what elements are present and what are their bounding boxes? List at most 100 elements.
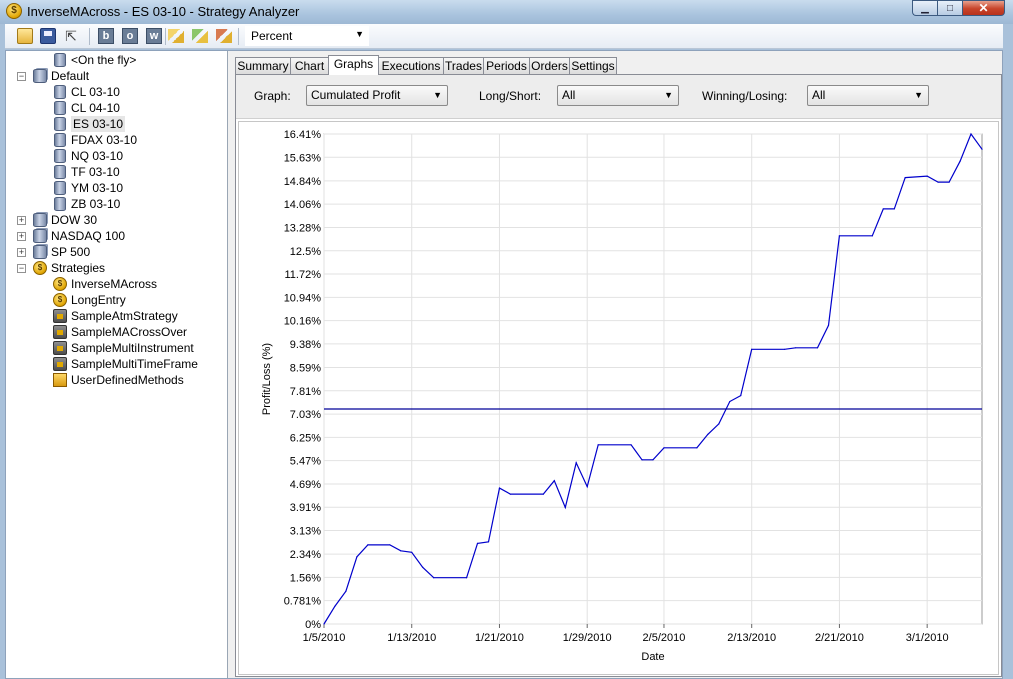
data-point (345, 590, 347, 592)
pane-splitter[interactable] (228, 51, 234, 678)
save-icon[interactable] (40, 28, 56, 44)
tab-chart[interactable]: Chart (290, 57, 329, 74)
tree-item-label: SP 500 (51, 245, 91, 259)
collapse-icon[interactable]: − (17, 72, 26, 81)
tree-item-label: Default (51, 69, 90, 83)
tree-item[interactable]: UserDefinedMethods (6, 372, 227, 388)
y-tick-label: 8.59% (290, 363, 321, 375)
tree-item[interactable]: $ InverseMAcross (6, 276, 227, 292)
optimize-icon[interactable] (192, 29, 208, 43)
data-point (334, 605, 336, 607)
data-point (882, 208, 884, 210)
tab-periods[interactable]: Periods (483, 57, 530, 74)
winlose-select[interactable]: All ▼ (807, 85, 929, 106)
tree-item-label: ZB 03-10 (71, 197, 121, 211)
y-tick-label: 2.34% (290, 549, 321, 561)
database-stack-icon (33, 69, 47, 83)
tab-trades[interactable]: Trades (443, 57, 484, 74)
tree-item[interactable]: SampleMultiTimeFrame (6, 356, 227, 372)
collapse-icon[interactable]: − (17, 264, 26, 273)
tree-item-label: UserDefinedMethods (71, 373, 184, 387)
tab-settings[interactable]: Settings (569, 57, 617, 74)
expand-icon[interactable]: + (17, 216, 26, 225)
data-point (356, 556, 358, 558)
tree-item[interactable]: − $ Strategies (6, 260, 227, 276)
tree-item[interactable]: <On the fly> (6, 52, 227, 68)
tree-item-label: DOW 30 (51, 213, 98, 227)
graph-label: Graph: (254, 89, 291, 103)
y-tick-label: 12.5% (290, 246, 321, 258)
tree-item[interactable]: ZB 03-10 (6, 196, 227, 212)
close-button[interactable]: ✕ (962, 0, 1005, 16)
tree-item-label: YM 03-10 (71, 181, 124, 195)
tab-graphs[interactable]: Graphs (328, 55, 379, 75)
display-unit-select[interactable]: Percent ▼ (245, 26, 369, 46)
data-point (652, 459, 654, 461)
tree-item-label: ES 03-10 (71, 116, 126, 132)
tree-item-label: SampleAtmStrategy (71, 309, 178, 323)
walk-forward-icon[interactable] (216, 29, 232, 43)
longshort-select[interactable]: All ▼ (557, 85, 679, 106)
graphs-panel: Graph: Cumulated Profit ▼ Long/Short: Al… (235, 74, 1002, 677)
tree-item[interactable]: + SP 500 (6, 244, 227, 260)
maximize-button[interactable]: □ (937, 0, 962, 16)
cumulated-profit-chart: 0% 0.781% 1.56% 2.34% 3.13% 3.91% 4.69% 5.47% 6.… (238, 121, 999, 675)
tree-item[interactable]: + DOW 30 (6, 212, 227, 228)
x-tick-label: 3/1/2010 (906, 632, 949, 644)
tree-item[interactable]: SampleMACrossOver (6, 324, 227, 340)
data-point (696, 447, 698, 449)
x-tick-label: 1/21/2010 (475, 632, 524, 644)
database-icon (54, 165, 66, 179)
data-point (729, 400, 731, 403)
expand-icon[interactable]: + (17, 232, 26, 241)
open-folder-icon[interactable] (17, 28, 33, 44)
toolbar: ⇱ b o w Percent ▼ (5, 24, 1003, 49)
y-tick-label: 9.38% (290, 339, 321, 351)
graph-filter-bar: Graph: Cumulated Profit ▼ Long/Short: Al… (236, 75, 1001, 119)
data-point (641, 459, 643, 461)
w-button[interactable]: w (146, 28, 162, 44)
box-icon (53, 373, 67, 387)
tree-item[interactable]: ES 03-10 (6, 116, 227, 132)
coin-icon: $ (53, 293, 67, 307)
tree-item[interactable]: FDAX 03-10 (6, 132, 227, 148)
minimize-button[interactable]: ▁ (912, 0, 937, 16)
tree-item-label: SampleMultiInstrument (71, 341, 194, 355)
data-point (663, 447, 665, 449)
expand-icon[interactable]: + (17, 248, 26, 257)
tab-orders[interactable]: Orders (529, 57, 570, 74)
tab-executions[interactable]: Executions (378, 57, 444, 74)
tree-item[interactable]: CL 04-10 (6, 100, 227, 116)
tree-item[interactable]: SampleAtmStrategy (6, 308, 227, 324)
tree-item[interactable]: $ LongEntry (6, 292, 227, 308)
tree-item-label: FDAX 03-10 (71, 133, 138, 147)
tab-summary[interactable]: Summary (235, 57, 291, 74)
data-point (904, 176, 906, 179)
graph-type-value: Cumulated Profit (311, 88, 401, 102)
data-point (827, 324, 830, 327)
tree-item[interactable]: − Default (6, 68, 227, 84)
database-icon (54, 149, 66, 163)
data-point (707, 433, 709, 435)
run-backtest-icon[interactable] (168, 29, 184, 43)
x-tick-label: 1/13/2010 (387, 632, 436, 644)
tree-item[interactable]: + NASDAQ 100 (6, 228, 227, 244)
o-button[interactable]: o (122, 28, 138, 44)
x-tick-label: 2/5/2010 (643, 632, 686, 644)
tree-item-label: InverseMAcross (71, 277, 158, 291)
data-point (553, 480, 555, 482)
tree-item[interactable]: SampleMultiInstrument (6, 340, 227, 356)
tree-item[interactable]: NQ 03-10 (6, 148, 227, 164)
tree-item[interactable]: CL 03-10 (6, 84, 227, 100)
database-icon (54, 85, 66, 99)
tree-item-label: TF 03-10 (71, 165, 120, 179)
cursor-icon[interactable]: ⇱ (63, 28, 79, 44)
graph-type-select[interactable]: Cumulated Profit ▼ (306, 85, 448, 106)
y-tick-label: 3.13% (290, 526, 321, 538)
tree-item[interactable]: YM 03-10 (6, 180, 227, 196)
data-point (751, 348, 753, 350)
data-point (794, 347, 797, 349)
b-button[interactable]: b (98, 28, 114, 44)
chevron-down-icon: ▼ (914, 90, 923, 100)
tree-item[interactable]: TF 03-10 (6, 164, 227, 180)
